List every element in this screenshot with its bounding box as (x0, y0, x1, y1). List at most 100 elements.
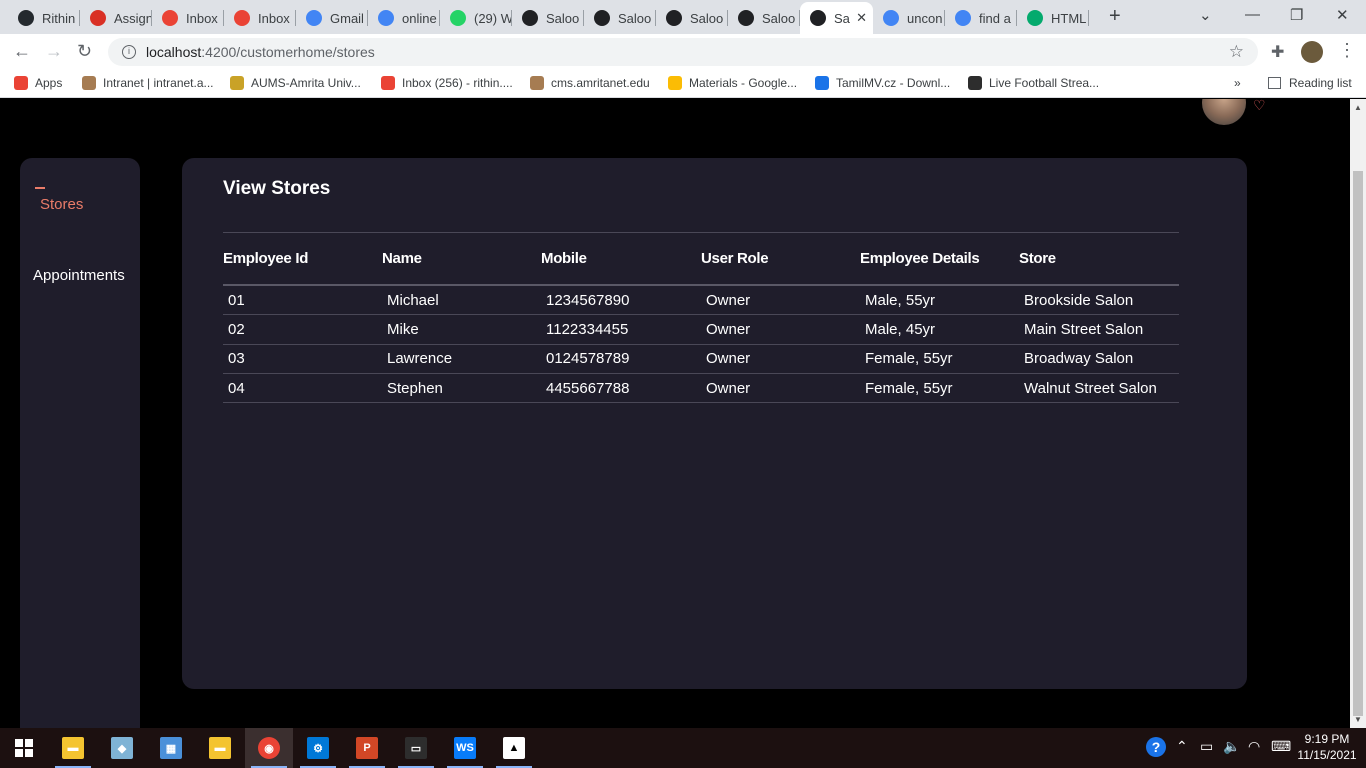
keyboard-icon[interactable]: ⌨ (1271, 738, 1291, 755)
column-header-user-role[interactable]: User Role (701, 250, 860, 267)
tab-6[interactable]: (29) W (440, 4, 512, 32)
settings-app-icon: ⚙ (307, 737, 329, 759)
tab-0[interactable]: Rithin (8, 4, 80, 32)
bookmark-item[interactable]: Intranet | intranet.a... (82, 76, 214, 90)
tab-8[interactable]: Saloo (584, 4, 656, 32)
wifi-icon[interactable]: ◠ (1248, 738, 1260, 755)
scroll-thumb[interactable] (1353, 171, 1363, 716)
browser-toolbar: ← → ↻ i localhost:4200/customerhome/stor… (0, 34, 1366, 70)
chrome-menu-icon[interactable]: ⋮ (1338, 40, 1356, 61)
table-cell: Owner (706, 320, 751, 338)
column-header-store[interactable]: Store (1019, 250, 1179, 267)
forward-arrow-icon[interactable]: → (45, 41, 63, 62)
site-info-icon[interactable]: i (122, 45, 136, 59)
tab-13[interactable]: find a (945, 4, 1017, 32)
table-cell: 01 (228, 291, 245, 309)
tab-3[interactable]: Inbox (224, 4, 296, 32)
bookmark-item[interactable]: Materials - Google... (668, 76, 797, 90)
column-header-mobile[interactable]: Mobile (541, 250, 701, 267)
reload-icon[interactable]: ↻ (77, 41, 92, 62)
scroll-down-arrow-icon[interactable]: ▼ (1354, 715, 1362, 724)
table-cell: Brookside Salon (1024, 291, 1134, 309)
minimize-button[interactable]: — (1245, 6, 1260, 23)
table-cell: 02 (228, 320, 245, 338)
bookmark-item[interactable]: TamilMV.cz - Downl... (815, 76, 950, 90)
system-clock[interactable]: 9:19 PM 11/15/2021 (1292, 731, 1362, 763)
extensions-puzzle-icon[interactable]: ✚ (1271, 42, 1284, 62)
table-cell: 03 (228, 350, 245, 368)
tab-4[interactable]: Gmail (296, 4, 368, 32)
address-bar[interactable]: i localhost:4200/customerhome/stores ☆ (108, 38, 1258, 66)
column-header-employee-id[interactable]: Employee Id (223, 250, 382, 267)
control-panel-button[interactable]: ▦ (147, 728, 195, 768)
w3-icon (1027, 10, 1043, 26)
table-cell: Female, 55yr (865, 350, 953, 368)
page-scrollbar[interactable]: ▲ ▼ (1350, 99, 1366, 728)
tab-search-icon[interactable]: ⌄ (1199, 6, 1212, 24)
table-cell: Lawrence (387, 350, 453, 368)
stores-table: Employee Id Name Mobile User Role Employ… (223, 232, 1179, 404)
show-hidden-icons-chevron-icon[interactable]: ⌃ (1176, 738, 1188, 755)
table-row[interactable]: 02 Mike 1122334455 Owner Male, 45yr Main Stre… (223, 315, 1179, 345)
notepad-app-button[interactable]: ◆ (98, 728, 146, 768)
tab-5[interactable]: online (368, 4, 440, 32)
bookmark-item[interactable]: cms.amritanet.edu (530, 76, 650, 90)
webstorm-app-button[interactable]: WS (441, 728, 489, 768)
table-cell: Male, 45yr (865, 320, 936, 338)
tab-9[interactable]: Saloo (656, 4, 728, 32)
folder-app-icon: ▬ (209, 737, 231, 759)
folder-app-button[interactable]: ▬ (196, 728, 244, 768)
help-icon[interactable]: ? (1146, 737, 1166, 757)
angular-icon (594, 10, 610, 26)
bookmark-star-icon[interactable]: ☆ (1229, 42, 1244, 62)
terminal-app-icon: ▭ (405, 737, 427, 759)
column-header-name[interactable]: Name (382, 250, 541, 267)
tab-7[interactable]: Saloo (512, 4, 584, 32)
tab-2[interactable]: Inbox (152, 4, 224, 32)
bookmark-item[interactable]: Apps (14, 76, 62, 90)
file-explorer-button[interactable]: ▬ (49, 728, 97, 768)
back-arrow-icon[interactable]: ← (13, 41, 31, 62)
close-window-button[interactable]: ✕ (1336, 6, 1349, 24)
sidebar-item-appointments[interactable]: Appointments (33, 267, 125, 284)
bookmark-item[interactable]: Inbox (256) - rithin.... (381, 76, 513, 90)
table-row[interactable]: 01 Michael 1234567890 Owner Male, 55yr Brooks… (223, 286, 1179, 316)
table-row[interactable]: 03 Lawrence 0124578789 Owner Female, 55yr Bro… (223, 345, 1179, 374)
more-bookmarks-button[interactable]: » (1234, 76, 1241, 90)
user-avatar[interactable] (1202, 99, 1246, 125)
bookmark-item[interactable]: AUMS-Amrita Univ... (230, 76, 361, 90)
table-body: 01 Michael 1234567890 Owner Male, 55yr Brooks… (223, 286, 1179, 404)
powerpoint-app-button[interactable]: P (343, 728, 391, 768)
tab-10[interactable]: Saloo (728, 4, 800, 32)
battery-icon[interactable]: ▭ (1200, 738, 1213, 755)
tab-12[interactable]: uncon (873, 4, 945, 32)
scroll-up-arrow-icon[interactable]: ▲ (1354, 103, 1362, 112)
close-tab-icon[interactable]: ✕ (856, 10, 867, 26)
profile-avatar[interactable] (1301, 41, 1323, 63)
heart-icon[interactable]: ♡ (1253, 99, 1266, 114)
volume-icon[interactable]: 🔈 (1223, 738, 1240, 755)
table-cell: Walnut Street Salon (1024, 379, 1157, 397)
start-button[interactable] (0, 728, 48, 768)
column-header-employee-details[interactable]: Employee Details (860, 250, 1019, 267)
tab-11[interactable]: Sa ✕ (800, 2, 873, 34)
tab-label: Gmail (330, 10, 364, 26)
terminal-app-button[interactable]: ▭ (392, 728, 440, 768)
angular-icon (522, 10, 538, 26)
sidebar: Stores Appointments (20, 158, 140, 728)
maximize-button[interactable]: ❐ (1290, 6, 1303, 24)
tab-label: Rithin (42, 10, 76, 26)
settings-app-button[interactable]: ⚙ (294, 728, 342, 768)
tab-14[interactable]: HTML (1017, 4, 1089, 32)
bookmark-item[interactable]: Live Football Strea... (968, 76, 1099, 90)
tab-1[interactable]: Assign (80, 4, 152, 32)
table-cell: 1234567890 (546, 291, 630, 309)
reading-list-button[interactable]: Reading list (1268, 76, 1352, 90)
sidebar-item-stores[interactable]: Stores (40, 196, 83, 213)
photos-app-button[interactable]: ▲ (490, 728, 538, 768)
table-row[interactable]: 04 Stephen 4455667788 Owner Female, 55yr Waln… (223, 374, 1179, 404)
chrome-app-button[interactable]: ◉ (245, 728, 293, 768)
new-tab-button[interactable]: + (1109, 5, 1121, 28)
tab-label: Saloo (546, 10, 580, 26)
table-cell: 0124578789 (546, 350, 630, 368)
